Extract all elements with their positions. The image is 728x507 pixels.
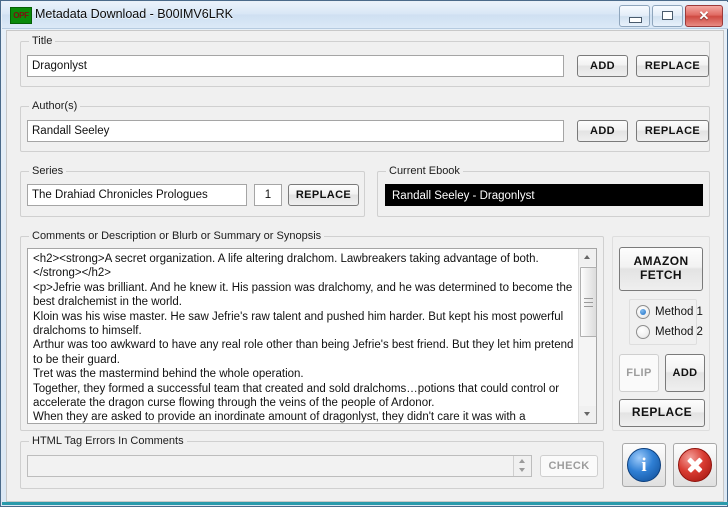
close-icon: ✕ <box>698 8 710 23</box>
title-replace-button[interactable]: REPLACE <box>636 55 709 77</box>
window-title: Metadata Download - B00IMV6LRK <box>35 7 234 21</box>
series-input[interactable] <box>27 184 247 206</box>
author-replace-button[interactable]: REPLACE <box>636 120 709 142</box>
title-bar: OPF Metadata Download - B00IMV6LRK ✕ <box>2 2 728 29</box>
scrollbar-thumb[interactable] <box>580 267 597 337</box>
window-controls: ✕ <box>619 5 723 27</box>
info-button[interactable]: i <box>622 443 666 487</box>
radio-selected-icon[interactable] <box>636 305 650 319</box>
series-replace-button[interactable]: REPLACE <box>288 184 359 206</box>
scroll-down-button[interactable] <box>579 406 596 423</box>
chevron-up-icon <box>584 255 590 259</box>
method-2-label: Method 2 <box>655 326 703 338</box>
spinner-up-button[interactable] <box>514 456 531 466</box>
grip-line-icon <box>584 306 593 307</box>
info-icon: i <box>627 448 661 482</box>
comments-textarea[interactable]: <h2><strong>A secret organization. A lif… <box>28 249 579 423</box>
radio-unselected-icon[interactable] <box>636 325 650 339</box>
comments-replace-button[interactable]: REPLACE <box>619 399 705 427</box>
grip-line-icon <box>584 298 593 299</box>
comments-add-button[interactable]: ADD <box>665 354 705 392</box>
maximize-icon <box>662 11 673 20</box>
current-ebook-display: Randall Seeley - Dragonlyst <box>385 184 703 206</box>
title-input[interactable] <box>27 55 564 77</box>
chevron-down-icon <box>584 412 590 416</box>
series-group-label: Series <box>29 165 67 177</box>
method-1-radio-row[interactable]: Method 1 <box>636 305 703 319</box>
metadata-download-window: OPF Metadata Download - B00IMV6LRK ✕ Tit… <box>0 0 728 507</box>
minimize-button[interactable] <box>619 5 650 27</box>
check-button[interactable]: CHECK <box>540 455 598 477</box>
cancel-button[interactable] <box>673 443 717 487</box>
html-errors-label: HTML Tag Errors In Comments <box>29 435 187 447</box>
opf-app-icon: OPF <box>10 7 32 24</box>
chevron-up-icon <box>519 459 525 463</box>
flip-button[interactable]: FLIP <box>619 354 659 392</box>
amazon-fetch-line2: FETCH <box>640 268 682 282</box>
cancel-icon <box>678 448 712 482</box>
close-button[interactable]: ✕ <box>685 5 723 27</box>
spinner-down-button[interactable] <box>514 466 531 476</box>
scroll-up-button[interactable] <box>579 249 596 266</box>
method-2-radio-row[interactable]: Method 2 <box>636 325 703 339</box>
author-add-button[interactable]: ADD <box>577 120 628 142</box>
author-group-label: Author(s) <box>29 100 81 112</box>
series-index-input[interactable] <box>254 184 282 206</box>
amazon-fetch-line1: AMAZON <box>633 254 689 269</box>
method-1-label: Method 1 <box>655 306 703 318</box>
minimize-icon <box>629 17 642 23</box>
html-errors-spinner[interactable] <box>513 456 531 476</box>
comments-scrollbar[interactable] <box>578 249 597 423</box>
comments-editor[interactable]: <h2><strong>A secret organization. A lif… <box>27 248 597 424</box>
maximize-button[interactable] <box>652 5 683 27</box>
current-ebook-label: Current Ebook <box>386 165 463 177</box>
author-input[interactable] <box>27 120 564 142</box>
client-area: Title ADD REPLACE Author(s) ADD REPLACE … <box>6 30 724 502</box>
title-add-button[interactable]: ADD <box>577 55 628 77</box>
amazon-fetch-button[interactable]: AMAZON FETCH <box>619 247 703 291</box>
comments-group-label: Comments or Description or Blurb or Summ… <box>29 230 325 242</box>
title-group-label: Title <box>29 35 56 47</box>
status-accent-bar <box>2 502 728 505</box>
grip-line-icon <box>584 302 593 303</box>
chevron-down-icon <box>519 468 525 472</box>
html-errors-field[interactable] <box>27 455 532 477</box>
